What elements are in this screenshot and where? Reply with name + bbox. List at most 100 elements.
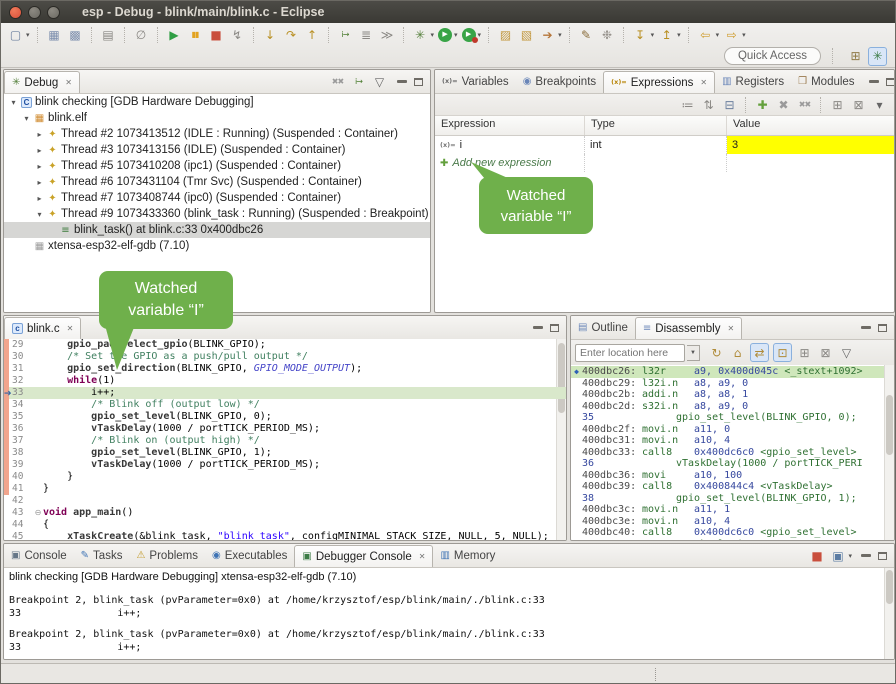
refresh-icon[interactable]: ↻ bbox=[708, 344, 725, 361]
disassembly-line[interactable]: ◆400dbc26:l32ra9, 0x400d045c <_stext+109… bbox=[571, 366, 894, 378]
close-tab-icon[interactable]: ✕ bbox=[65, 78, 72, 87]
debug-tree-row[interactable]: ▸✦Thread #3 1073413156 (IDLE) (Suspended… bbox=[4, 142, 430, 158]
external-tools-menu-caret[interactable]: ▾ bbox=[558, 31, 562, 39]
minimize-view-icon[interactable] bbox=[533, 326, 543, 329]
run-last-icon[interactable]: ▶ bbox=[462, 28, 476, 42]
minimize-view-icon[interactable] bbox=[397, 80, 407, 83]
show-logical-structures-icon[interactable]: ⇅ bbox=[700, 96, 717, 113]
debug-tree-row[interactable]: ▾✦Thread #9 1073433360 (blink_task : Run… bbox=[4, 206, 430, 222]
window-close-button[interactable] bbox=[9, 6, 22, 19]
disassembly-line[interactable]: 400dbc3c:movi.na11, 1 bbox=[571, 504, 894, 516]
expressions-tab-expressions[interactable]: (x)=Expressions✕ bbox=[603, 71, 715, 93]
line-number[interactable]: 35 bbox=[9, 411, 33, 423]
show-logical-structure-icon[interactable]: ≣ bbox=[358, 26, 375, 43]
expand-twisty[interactable]: ▸ bbox=[34, 146, 45, 155]
line-number[interactable]: 30 bbox=[9, 351, 33, 363]
run-icon[interactable]: ▶ bbox=[438, 28, 452, 42]
line-number[interactable]: 41 bbox=[9, 483, 33, 495]
fold-marker[interactable]: ⊖ bbox=[33, 507, 43, 519]
skip-all-breakpoints-icon[interactable]: ∅ bbox=[133, 26, 150, 43]
disassembly-tab-outline[interactable]: ▤Outline bbox=[571, 316, 635, 339]
mark-occurrences-icon[interactable]: ❉ bbox=[599, 26, 616, 43]
line-number[interactable]: 37 bbox=[9, 435, 33, 447]
save-icon[interactable]: ▦ bbox=[46, 26, 63, 43]
expression-row[interactable]: (x)=iint3 bbox=[435, 136, 894, 154]
console-scrollbar[interactable] bbox=[884, 568, 894, 659]
pin-icon[interactable]: ⊠ bbox=[817, 344, 834, 361]
code-line[interactable]: 45 xTaskCreate(&blink_task, "blink_task"… bbox=[4, 531, 566, 540]
debug-menu-caret[interactable]: ▾ bbox=[431, 31, 435, 39]
expand-twisty[interactable]: ▸ bbox=[34, 194, 45, 203]
console-tab-console[interactable]: ▣Console bbox=[4, 544, 74, 567]
line-number[interactable]: 44 bbox=[9, 519, 33, 531]
code-editor[interactable]: 29 gpio_pad_select_gpio(BLINK_GPIO);30 /… bbox=[4, 339, 566, 540]
debugger-console-output[interactable]: blink checking [GDB Hardware Debugging] … bbox=[4, 568, 894, 659]
close-tab-icon[interactable]: ✕ bbox=[419, 552, 426, 561]
code-line[interactable]: 40 } bbox=[4, 471, 566, 483]
column-header-expression[interactable]: Expression bbox=[435, 116, 585, 135]
line-number[interactable]: 33 bbox=[9, 387, 33, 399]
show-source-icon[interactable]: ⊡ bbox=[773, 343, 792, 362]
tab-debug[interactable]: ✳ Debug ✕ bbox=[4, 71, 80, 93]
line-number[interactable]: 42 bbox=[9, 495, 33, 507]
remove-all-terminated-icon[interactable]: ✖✖ bbox=[329, 73, 346, 90]
column-header-value[interactable]: Value bbox=[727, 116, 894, 135]
window-maximize-button[interactable] bbox=[47, 6, 60, 19]
suspend-icon[interactable]: ▮▮ bbox=[187, 26, 204, 43]
expand-twisty[interactable]: ▸ bbox=[34, 178, 45, 187]
disassembly-line[interactable]: 400dbc39:call80x400844c4 <vTaskDelay> bbox=[571, 481, 894, 493]
code-line[interactable]: 37 /* Blink on (output high) */ bbox=[4, 435, 566, 447]
debug-tree-row[interactable]: ▸✦Thread #6 1073431104 (Tmr Svc) (Suspen… bbox=[4, 174, 430, 190]
show-type-names-icon[interactable]: ≔ bbox=[679, 96, 696, 113]
code-line[interactable]: 42 bbox=[4, 495, 566, 507]
code-line[interactable]: 31 gpio_set_direction(BLINK_GPIO, GPIO_M… bbox=[4, 363, 566, 375]
line-number[interactable]: 29 bbox=[9, 339, 33, 351]
console-tab-memory[interactable]: ▥Memory bbox=[433, 544, 502, 567]
location-input[interactable] bbox=[575, 344, 685, 362]
new-wizard-icon[interactable]: ▢ bbox=[7, 26, 24, 43]
display-selected-console-menu-caret[interactable]: ▾ bbox=[848, 552, 852, 560]
home-icon[interactable]: ⌂ bbox=[729, 344, 746, 361]
maximize-view-icon[interactable] bbox=[878, 552, 887, 560]
line-number[interactable]: 38 bbox=[9, 447, 33, 459]
line-number[interactable]: 45 bbox=[9, 531, 33, 540]
new-disassembly-view-icon[interactable]: ⊞ bbox=[796, 344, 813, 361]
debug-tree-row[interactable]: ▸✦Thread #2 1073413512 (IDLE : Running) … bbox=[4, 126, 430, 142]
disconnect-icon[interactable]: ↯ bbox=[229, 26, 246, 43]
run-last-menu-caret[interactable]: ▾ bbox=[478, 31, 482, 39]
disassembly-line[interactable]: 400dbc36:movia10, 100 bbox=[571, 470, 894, 482]
view-menu-icon[interactable]: ▽ bbox=[371, 73, 388, 90]
last-edit-location-menu-caret[interactable]: ▾ bbox=[651, 31, 655, 39]
instruction-stepping-mode-icon[interactable]: i→ bbox=[350, 73, 367, 90]
open-resource-icon[interactable]: ▧ bbox=[518, 26, 535, 43]
save-all-icon[interactable]: ▩ bbox=[67, 26, 84, 43]
back-menu-caret[interactable]: ▾ bbox=[716, 31, 720, 39]
terminate-console-icon[interactable]: ■ bbox=[808, 547, 825, 564]
disassembly-line[interactable]: 400dbc29:l32i.na8, a9, 0 bbox=[571, 378, 894, 390]
disassembly-line[interactable]: 400dbc3e:movi.na10, 4 bbox=[571, 516, 894, 528]
disassembly-line[interactable]: 400dbc33:call80x400dc6c0 <gpio_set_level… bbox=[571, 447, 894, 459]
build-icon[interactable]: ▤ bbox=[100, 26, 117, 43]
window-minimize-button[interactable] bbox=[28, 6, 41, 19]
new-expressions-view-icon[interactable]: ⊞ bbox=[829, 96, 846, 113]
open-perspective-icon[interactable]: ⊞ bbox=[847, 48, 864, 65]
go-to-line-menu-caret[interactable]: ▾ bbox=[677, 31, 681, 39]
run-menu-caret[interactable]: ▾ bbox=[454, 31, 458, 39]
terminate-icon[interactable]: ■ bbox=[208, 26, 225, 43]
disassembly-line[interactable]: 35gpio_set_level(BLINK_GPIO, 0); bbox=[571, 412, 894, 424]
console-tab-executables[interactable]: ◉Executables bbox=[205, 544, 294, 567]
location-combo-caret[interactable]: ▼ bbox=[687, 345, 700, 361]
expand-twisty[interactable]: ▸ bbox=[34, 162, 45, 171]
disassembly-scrollbar[interactable] bbox=[884, 365, 894, 540]
display-selected-console-icon[interactable]: ▣ bbox=[829, 547, 846, 564]
remove-expression-icon[interactable]: ✖ bbox=[775, 96, 792, 113]
console-tab-problems[interactable]: ⚠Problems bbox=[129, 544, 205, 567]
minimize-view-icon[interactable] bbox=[869, 80, 879, 83]
console-tab-debugger-console[interactable]: ▣Debugger Console✕ bbox=[294, 545, 433, 567]
maximize-view-icon[interactable] bbox=[550, 324, 559, 332]
add-expression-icon[interactable]: ✚ bbox=[754, 96, 771, 113]
expressions-tab-modules[interactable]: ❒Modules bbox=[791, 70, 861, 93]
sync-active-context-icon[interactable]: ⇄ bbox=[750, 343, 769, 362]
console-tab-tasks[interactable]: ✎Tasks bbox=[74, 544, 130, 567]
add-expression-row[interactable]: ✚Add new expression bbox=[435, 154, 894, 172]
